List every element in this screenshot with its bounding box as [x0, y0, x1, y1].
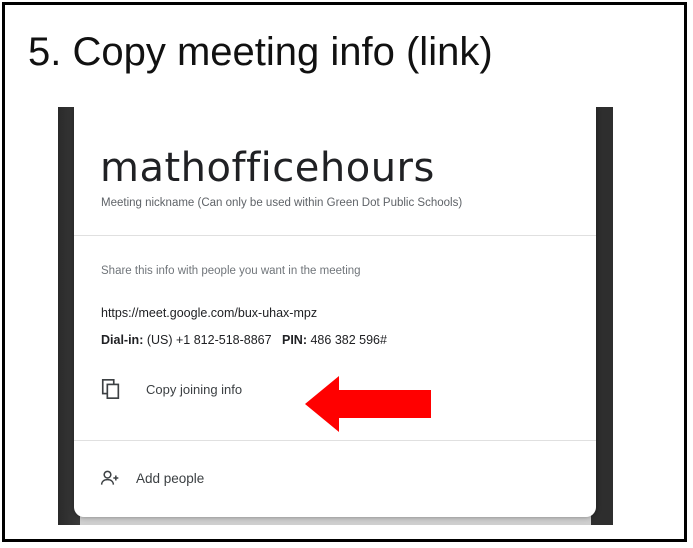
pin-label: PIN:	[282, 333, 307, 347]
dial-in-number: (US) +1 812-518-8867	[146, 333, 272, 347]
divider	[74, 235, 596, 236]
red-arrow-icon	[305, 376, 431, 432]
dial-in-line: Dial-in: (US) +1 812-518-8867 PIN: 486 3…	[101, 333, 387, 347]
meeting-info-card: mathofficehours Meeting nickname (Can on…	[74, 107, 596, 517]
nickname-note: Meeting nickname (Can only be used withi…	[101, 197, 463, 209]
meeting-link[interactable]: https://meet.google.com/bux-uhax-mpz	[101, 306, 317, 320]
copy-joining-info-label: Copy joining info	[146, 381, 243, 397]
meet-screenshot: mathofficehours Meeting nickname (Can on…	[58, 107, 613, 525]
copy-joining-info-button[interactable]: Copy joining info	[100, 374, 242, 404]
dial-in-label: Dial-in:	[101, 333, 144, 347]
divider	[74, 440, 596, 441]
add-person-icon	[100, 470, 119, 485]
add-people-label: Add people	[136, 470, 205, 486]
pin-value: 486 382 596#	[310, 333, 387, 347]
slide-title: 5. Copy meeting info (link)	[28, 30, 493, 74]
add-people-button[interactable]: Add people	[100, 463, 204, 493]
meeting-nickname-title: mathofficehours	[100, 145, 435, 191]
share-note: Share this info with people you want in …	[101, 265, 361, 277]
copy-icon	[101, 379, 120, 399]
